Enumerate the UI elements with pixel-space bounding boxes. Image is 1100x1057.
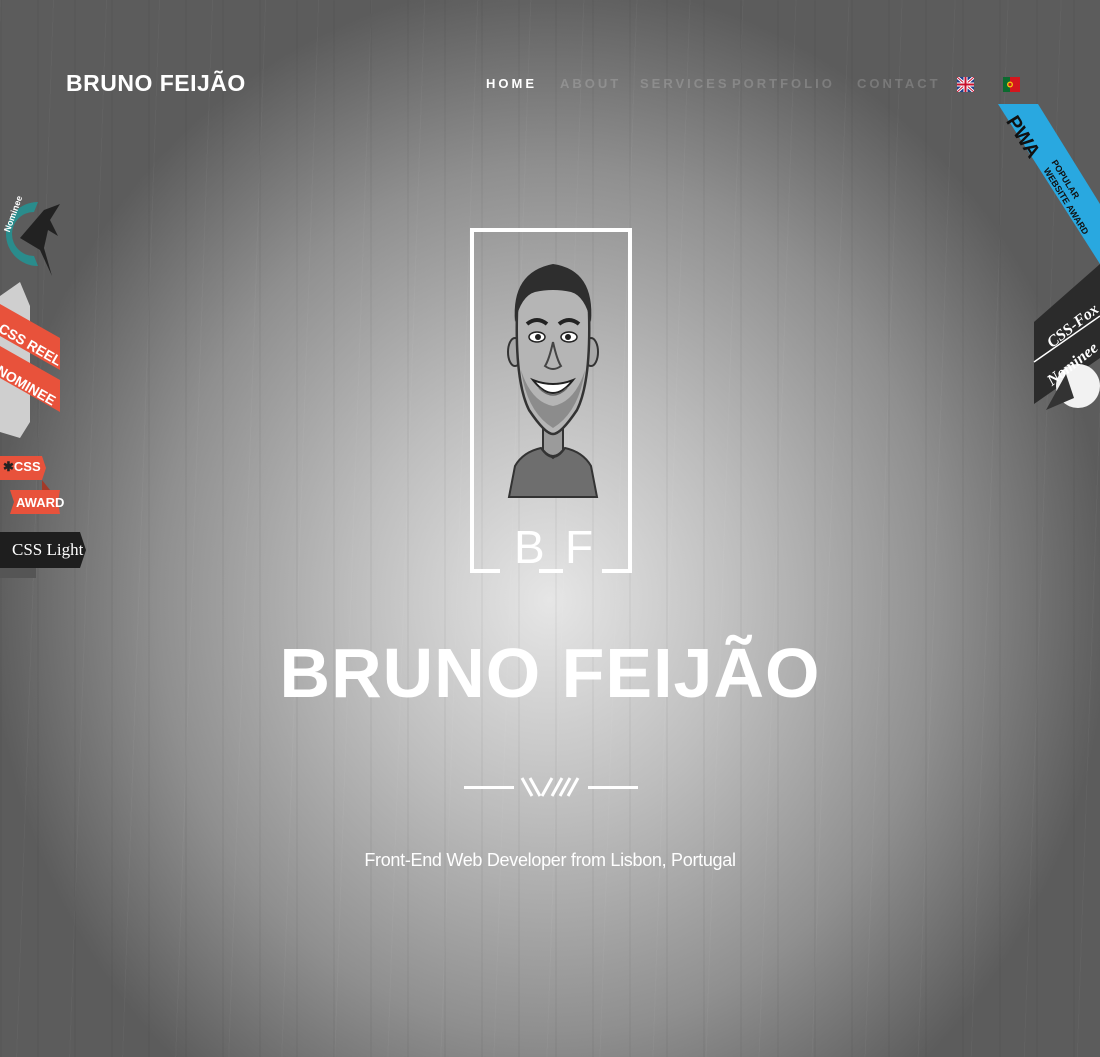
uk-flag-icon[interactable] — [956, 75, 975, 94]
nav-portfolio[interactable]: PORTFOLIO — [732, 76, 835, 91]
site-brand[interactable]: BRUNO FEIJÃO — [66, 70, 246, 97]
hero-name: BRUNO FEIJÃO — [279, 634, 821, 712]
css-fox-badge[interactable]: CSS-Fox Nominee — [1030, 262, 1100, 420]
hero-tagline: Front-End Web Developer from Lisbon, Por… — [364, 850, 736, 870]
nav-home[interactable]: HOME — [486, 76, 537, 91]
css-award-line1: ✱CSS — [3, 459, 41, 474]
nav-contact[interactable]: CONTACT — [857, 76, 941, 91]
monogram-f: F — [565, 521, 594, 573]
css-light-badge[interactable]: CSS Light — [0, 532, 86, 578]
css-reel-badge[interactable]: CSS REEL NOMINEE — [0, 282, 65, 438]
portugal-flag-icon[interactable] — [1003, 77, 1020, 92]
monogram-b: B — [514, 521, 545, 573]
css-award-badge[interactable]: ✱CSS AWARD — [0, 452, 65, 518]
avatar — [507, 264, 599, 498]
css-light-label: CSS Light — [12, 540, 84, 559]
logo-frame: B F — [470, 228, 632, 573]
nav-services[interactable]: SERVICES — [640, 76, 730, 91]
nominee-badge[interactable]: Nominee — [0, 190, 62, 280]
hummingbird-nominee-icon — [6, 202, 60, 276]
css-award-line1-text: CSS — [13, 459, 41, 474]
decorative-divider — [464, 777, 638, 797]
nav-about[interactable]: ABOUT — [560, 76, 621, 91]
css-award-line2: AWARD — [16, 495, 65, 510]
pwa-badge[interactable]: PWA POPULAR WEBSITE AWARD — [998, 104, 1100, 264]
